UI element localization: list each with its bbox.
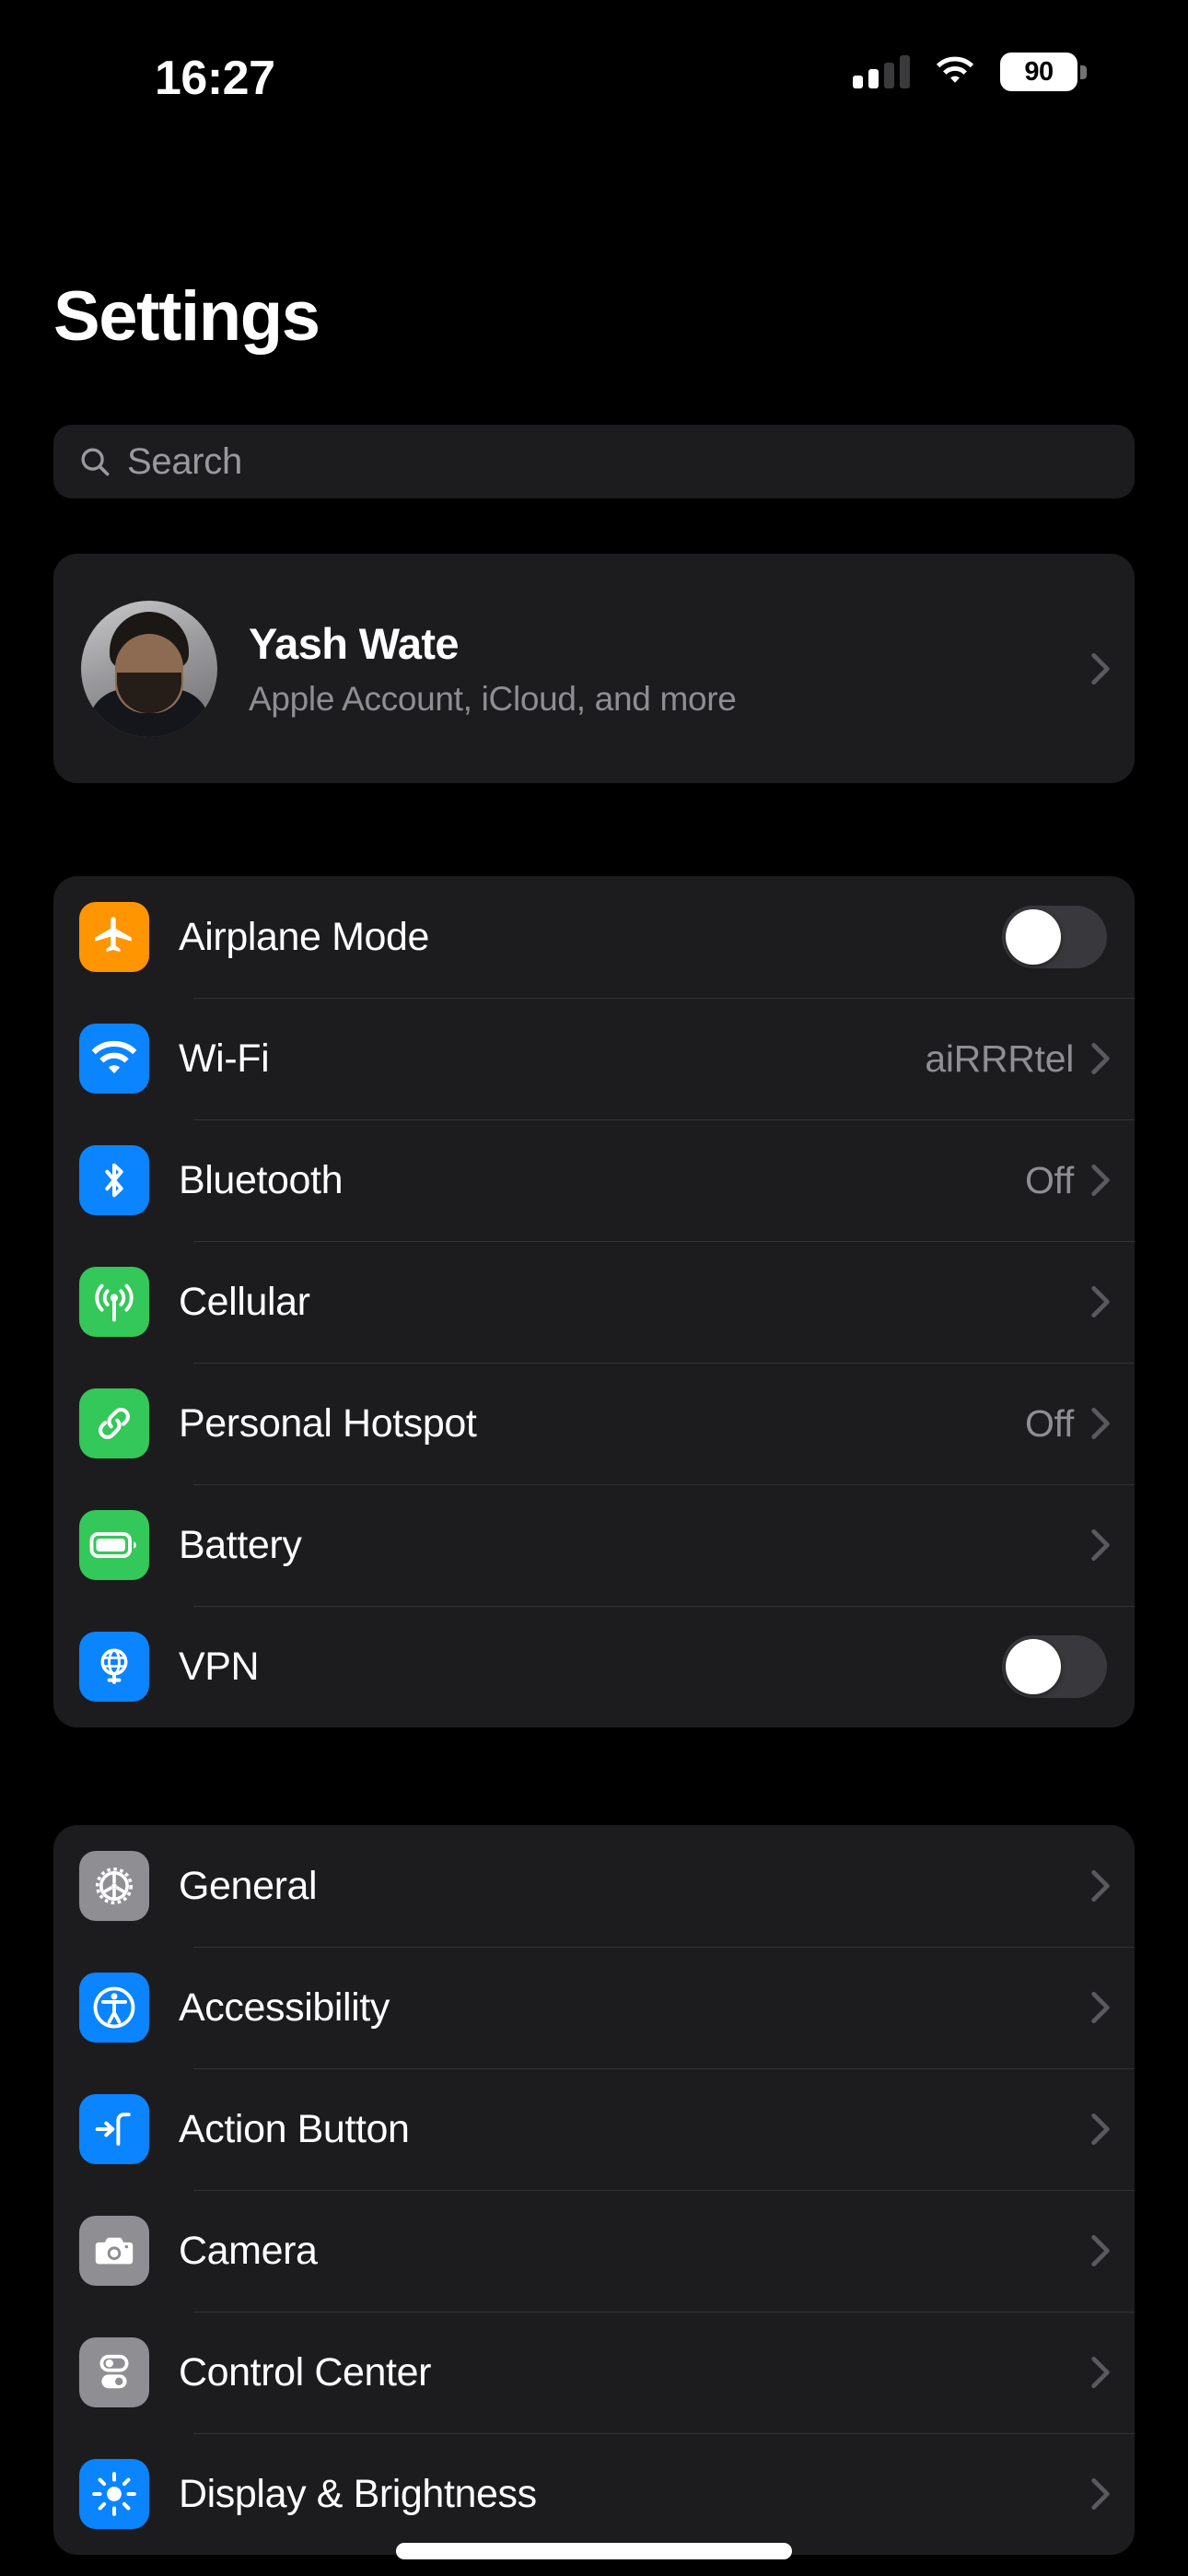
settings-row-label: Camera xyxy=(179,2228,318,2273)
settings-group-system: General Accessibility Action Button Camera C… xyxy=(53,1825,1135,2555)
wifi-icon xyxy=(79,1024,149,1094)
action-button-icon xyxy=(79,2094,149,2164)
apple-account-card[interactable]: Yash Wate Apple Account, iCloud, and mor… xyxy=(53,554,1135,783)
settings-row-label: Wi-Fi xyxy=(179,1036,270,1081)
avatar xyxy=(81,600,217,737)
settings-row-label: Battery xyxy=(179,1522,302,1567)
settings-row-general[interactable]: General xyxy=(53,1825,1135,1947)
chevron-right-icon xyxy=(1091,1869,1110,1903)
cellular-signal-icon xyxy=(853,55,910,88)
status-bar-time: 16:27 xyxy=(155,52,275,105)
chevron-right-icon xyxy=(1091,1991,1110,2024)
chevron-right-icon xyxy=(1091,2477,1110,2511)
chevron-right-icon xyxy=(1091,2113,1110,2146)
settings-row-display-brightness[interactable]: Display & Brightness xyxy=(53,2433,1135,2555)
page-title: Settings xyxy=(53,277,320,356)
settings-row-value: aiRRRtel xyxy=(925,1036,1074,1080)
chevron-right-icon xyxy=(1091,2234,1110,2267)
settings-row-label: Airplane Mode xyxy=(179,914,430,959)
settings-row-toggle[interactable] xyxy=(1002,1635,1107,1698)
settings-screen: 16:27 90 Settings Search Yash Wate Apple… xyxy=(0,0,1188,2576)
hotspot-link-icon xyxy=(79,1388,149,1458)
chevron-right-icon xyxy=(1091,1407,1110,1440)
settings-row-airplane-mode[interactable]: Airplane Mode xyxy=(53,876,1135,998)
settings-row-personal-hotspot[interactable]: Personal Hotspot Off xyxy=(53,1363,1135,1484)
home-indicator[interactable] xyxy=(396,2543,792,2559)
battery-level: 90 xyxy=(1024,56,1054,87)
airplane-icon xyxy=(79,902,149,972)
settings-row-battery[interactable]: Battery xyxy=(53,1484,1135,1606)
gear-icon xyxy=(79,1851,149,1921)
search-input[interactable]: Search xyxy=(53,425,1135,498)
apple-account-text: Yash Wate Apple Account, iCloud, and mor… xyxy=(249,618,1090,719)
chevron-right-icon xyxy=(1091,1042,1110,1075)
settings-row-label: Display & Brightness xyxy=(179,2471,537,2516)
settings-group-connectivity: Airplane Mode Wi-Fi aiRRRtel Bluetooth Off Ce… xyxy=(53,876,1135,1727)
vpn-globe-icon xyxy=(79,1632,149,1702)
account-name: Yash Wate xyxy=(249,619,460,668)
settings-row-label: General xyxy=(179,1863,318,1908)
apple-account-row[interactable]: Yash Wate Apple Account, iCloud, and mor… xyxy=(53,554,1135,783)
settings-row-label: Accessibility xyxy=(179,1985,390,2030)
battery-icon xyxy=(79,1510,149,1580)
settings-row-label: Personal Hotspot xyxy=(179,1400,477,1446)
battery-icon: 90 xyxy=(1000,53,1087,91)
settings-row-label: Bluetooth xyxy=(179,1157,344,1202)
wifi-icon xyxy=(936,56,974,83)
chevron-right-icon xyxy=(1091,2356,1110,2389)
settings-row-label: Control Center xyxy=(179,2349,432,2395)
chevron-right-icon xyxy=(1091,1528,1110,1562)
cellular-antenna-icon xyxy=(79,1267,149,1337)
settings-row-value: Off xyxy=(1024,1158,1074,1201)
settings-row-wi-fi[interactable]: Wi-Fi aiRRRtel xyxy=(53,998,1135,1119)
settings-row-bluetooth[interactable]: Bluetooth Off xyxy=(53,1119,1135,1241)
chevron-right-icon xyxy=(1091,1164,1110,1197)
chevron-right-icon xyxy=(1091,652,1110,685)
camera-icon xyxy=(79,2216,149,2286)
status-bar: 16:27 90 xyxy=(0,0,1188,147)
settings-row-label: Action Button xyxy=(179,2106,410,2151)
settings-row-value: Off xyxy=(1024,1401,1074,1445)
settings-row-vpn[interactable]: VPN xyxy=(53,1606,1135,1727)
control-center-icon xyxy=(79,2337,149,2407)
account-subtitle: Apple Account, iCloud, and more xyxy=(249,680,737,718)
status-bar-indicators: 90 xyxy=(853,53,1087,91)
brightness-sun-icon xyxy=(79,2459,149,2529)
accessibility-icon xyxy=(79,1973,149,2043)
settings-row-label: VPN xyxy=(179,1644,260,1689)
settings-row-cellular[interactable]: Cellular xyxy=(53,1241,1135,1363)
search-icon xyxy=(81,448,110,476)
settings-row-control-center[interactable]: Control Center xyxy=(53,2312,1135,2433)
settings-row-camera[interactable]: Camera xyxy=(53,2190,1135,2312)
search-placeholder: Search xyxy=(127,440,242,482)
chevron-right-icon xyxy=(1091,1285,1110,1318)
settings-row-label: Cellular xyxy=(179,1279,310,1324)
bluetooth-icon xyxy=(79,1145,149,1215)
settings-row-toggle[interactable] xyxy=(1002,906,1107,968)
settings-row-action-button[interactable]: Action Button xyxy=(53,2068,1135,2190)
settings-row-accessibility[interactable]: Accessibility xyxy=(53,1947,1135,2068)
